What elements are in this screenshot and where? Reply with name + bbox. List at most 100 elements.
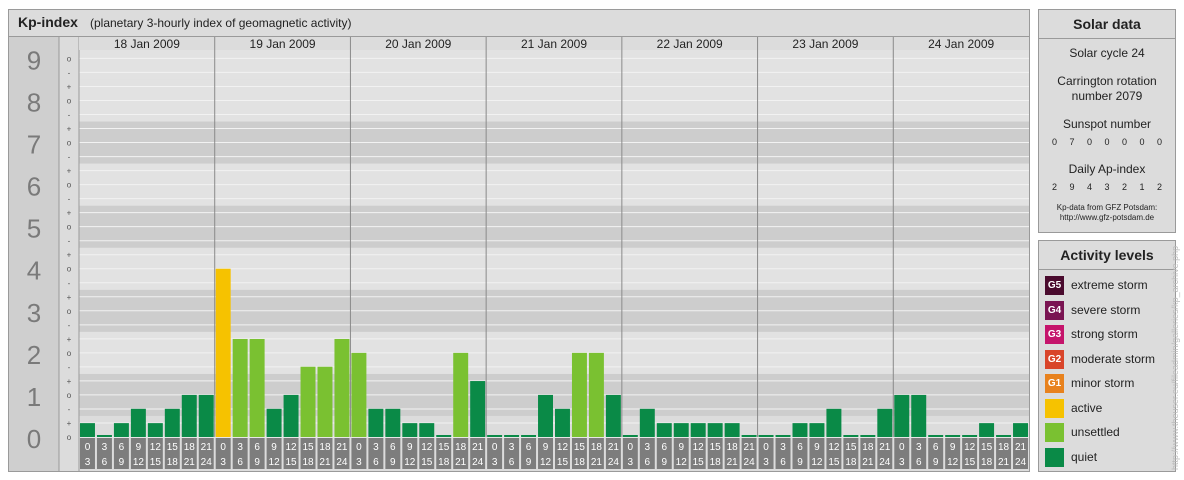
kp-bar [707,423,723,437]
hour-start-label: 15 [302,442,314,453]
carrington-line-1: Carrington rotation [1057,74,1157,88]
kp-chart: 0 o +1 o - +2 o - +3 o - +4 o - +5 o - +6 o - +7 o - +8 o - +9 o - 18… [9,36,1029,471]
y-minor-label: - [68,68,71,77]
kp-bar [741,435,757,437]
hour-end-label: 24 [336,457,348,468]
hour-end-label: 21 [998,457,1010,468]
hour-end-label: 18 [302,457,314,468]
hour-end-label: 12 [404,457,416,468]
day-label: 23 Jan 2009 [792,37,858,51]
hour-end-label: 24 [1015,457,1027,468]
solar-data-heading: Solar data [1039,10,1175,39]
hour-start-label: 21 [744,442,756,453]
hour-end-label: 15 [421,457,433,468]
kp-bar [1013,423,1028,437]
hour-end-label: 3 [220,457,226,468]
y-minor-label: o [67,349,72,358]
y-tick-label: 1 [27,382,41,412]
hour-end-label: 6 [102,457,108,468]
hour-end-label: 9 [119,457,125,468]
y-minor-label: - [68,363,71,372]
kp-bar [402,423,418,437]
kp-bar [656,423,672,437]
hour-end-label: 21 [862,457,874,468]
kp-bar [283,394,299,437]
kp-bar [962,435,978,437]
kp-bar [843,435,859,437]
data-source-link[interactable]: http://www.gfz-potsdam.de [1039,213,1175,223]
y-tick-label: 5 [27,214,41,244]
hour-start-label: 0 [85,442,91,453]
y-minor-label: o [67,223,72,232]
legend-label: active [1071,400,1103,415]
hour-end-label: 6 [916,457,922,468]
hour-start-label: 12 [557,442,569,453]
hour-end-label: 12 [540,457,552,468]
hour-end-label: 9 [661,457,667,468]
hour-start-label: 3 [373,442,379,453]
y-tick-label: 3 [27,298,41,328]
kp-bar [130,408,146,437]
carrington-line-2: number 2079 [1071,89,1143,103]
kp-bar [317,366,333,437]
hour-end-label: 18 [845,457,857,468]
hour-end-label: 9 [254,457,260,468]
legend-label: strong storm [1071,327,1138,341]
kp-bar [249,338,265,437]
hour-start-label: 12 [421,442,433,453]
kp-bar [571,352,587,437]
hour-start-label: 3 [102,442,108,453]
hour-end-label: 12 [676,457,688,468]
day-label: 22 Jan 2009 [657,37,723,51]
y-minor-label: + [67,251,72,260]
hour-end-label: 12 [947,457,959,468]
hour-end-label: 9 [933,457,939,468]
day-label: 19 Jan 2009 [250,37,316,51]
chart-subtitle: (planetary 3-hourly index of geomagnetic… [90,16,352,30]
hour-start-label: 21 [472,442,484,453]
hour-start-label: 21 [1015,442,1027,453]
y-minor-label: + [67,377,72,386]
legend-swatch [1045,398,1064,418]
kp-bar [215,268,231,437]
kp-bar [826,408,842,437]
y-minor-label: + [67,82,72,91]
hour-end-label: 3 [492,457,498,468]
kp-bar [538,394,553,437]
solar-cycle-text: Solar cycle 24 [1069,46,1145,60]
legend-swatch: G4 [1045,300,1064,320]
y-minor-label: + [67,209,72,218]
kp-bar [724,423,740,437]
hour-start-label: 6 [526,442,532,453]
kp-bar [487,435,503,437]
kp-bar [605,394,621,437]
kp-bar [147,423,163,437]
chart-title-bar: Kp-index (planetary 3-hourly index of ge… [9,10,1029,37]
y-minor-label: - [68,237,71,246]
kp-bar [80,423,95,437]
day-label: 21 Jan 2009 [521,37,587,51]
hour-end-label: 21 [591,457,603,468]
hour-start-label: 21 [336,442,348,453]
hour-end-label: 18 [981,457,993,468]
legend-swatch: G5 [1045,276,1064,295]
hour-start-label: 6 [254,442,260,453]
hour-start-label: 9 [678,442,684,453]
hour-end-label: 21 [184,457,196,468]
y-tick-label: 7 [27,130,41,160]
hour-start-label: 3 [916,442,922,453]
activity-levels-panel: Activity levels G5 extreme storm G4 severe … [1038,240,1176,472]
kp-bar [911,394,927,437]
legend-swatch: G1 [1045,374,1064,393]
hour-end-label: 3 [628,457,634,468]
hour-start-label: 21 [879,442,891,453]
hour-start-label: 21 [608,442,620,453]
legend-swatch [1045,423,1064,442]
hour-start-label: 0 [220,442,226,453]
day-label: 20 Jan 2009 [385,37,451,51]
day-label: 24 Jan 2009 [928,37,994,51]
hour-start-label: 3 [237,442,243,453]
hour-end-label: 18 [438,457,450,468]
legend-label: severe storm [1071,302,1141,317]
hour-end-label: 9 [797,457,803,468]
